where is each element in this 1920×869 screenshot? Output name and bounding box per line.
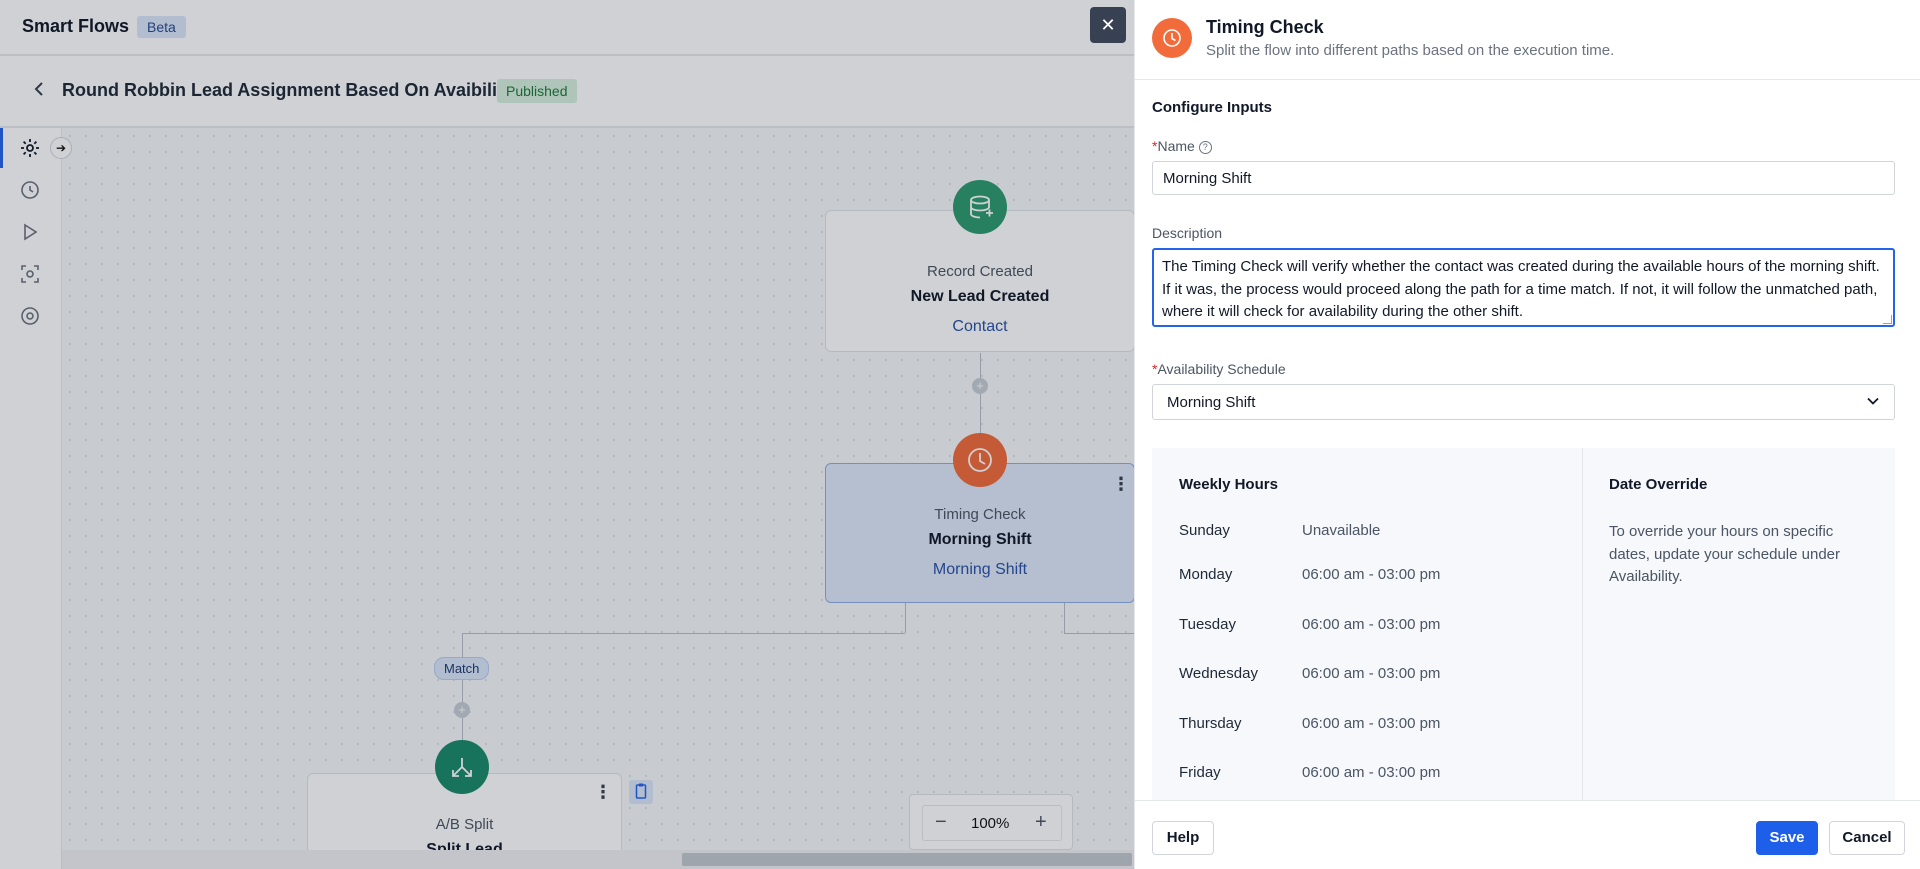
- day-label: Monday: [1179, 566, 1233, 583]
- selected-schedule: Morning Shift: [1167, 394, 1256, 411]
- chevron-down-icon: [1866, 394, 1880, 408]
- schedule-label: *Availability Schedule: [1152, 361, 1286, 377]
- day-label: Friday: [1179, 764, 1221, 781]
- day-hours: 06:00 am - 03:00 pm: [1302, 715, 1441, 732]
- description-label: Description: [1152, 225, 1223, 241]
- schedule-preview: Weekly Hours Sunday Unavailable Monday 0…: [1152, 448, 1895, 800]
- help-icon[interactable]: ?: [1198, 141, 1212, 154]
- day-label: Tuesday: [1179, 616, 1236, 633]
- day-hours: 06:00 am - 03:00 pm: [1302, 764, 1441, 781]
- panel-title: Timing Check: [1206, 17, 1324, 37]
- clock-icon: [1152, 18, 1192, 58]
- timing-check-panel: Timing Check Split the flow into differe…: [1134, 0, 1920, 869]
- weekly-hours-title: Weekly Hours: [1179, 476, 1278, 493]
- day-hours: 06:00 am - 03:00 pm: [1302, 616, 1441, 633]
- day-hours: 06:00 am - 03:00 pm: [1302, 665, 1441, 682]
- section-title: Configure Inputs: [1152, 99, 1272, 116]
- resize-handle[interactable]: [1883, 315, 1892, 324]
- day-label: Sunday: [1179, 522, 1230, 539]
- date-override-text: To override your hours on specific dates…: [1609, 523, 1840, 585]
- day-hours: Unavailable: [1302, 522, 1381, 539]
- day-label: Thursday: [1179, 715, 1242, 732]
- save-button[interactable]: Save: [1756, 821, 1818, 855]
- name-label: *Name?: [1152, 138, 1212, 154]
- description-text: The Timing Check will verify whether the…: [1162, 258, 1880, 320]
- panel-header: Timing Check Split the flow into differe…: [1135, 0, 1920, 80]
- help-button[interactable]: Help: [1152, 821, 1214, 855]
- cancel-button[interactable]: Cancel: [1829, 821, 1905, 855]
- panel-subtitle: Split the flow into different paths base…: [1206, 42, 1615, 59]
- date-override-title: Date Override: [1609, 476, 1708, 493]
- divider: [1582, 448, 1583, 800]
- description-textarea[interactable]: The Timing Check will verify whether the…: [1152, 248, 1895, 327]
- day-hours: 06:00 am - 03:00 pm: [1302, 566, 1441, 583]
- day-label: Wednesday: [1179, 665, 1258, 682]
- name-input[interactable]: [1152, 161, 1895, 195]
- panel-footer: Help Save Cancel: [1135, 800, 1920, 869]
- modal-backdrop[interactable]: [0, 0, 1134, 869]
- availability-schedule-select[interactable]: Morning Shift: [1152, 384, 1895, 420]
- close-panel-button[interactable]: ✕: [1090, 7, 1126, 43]
